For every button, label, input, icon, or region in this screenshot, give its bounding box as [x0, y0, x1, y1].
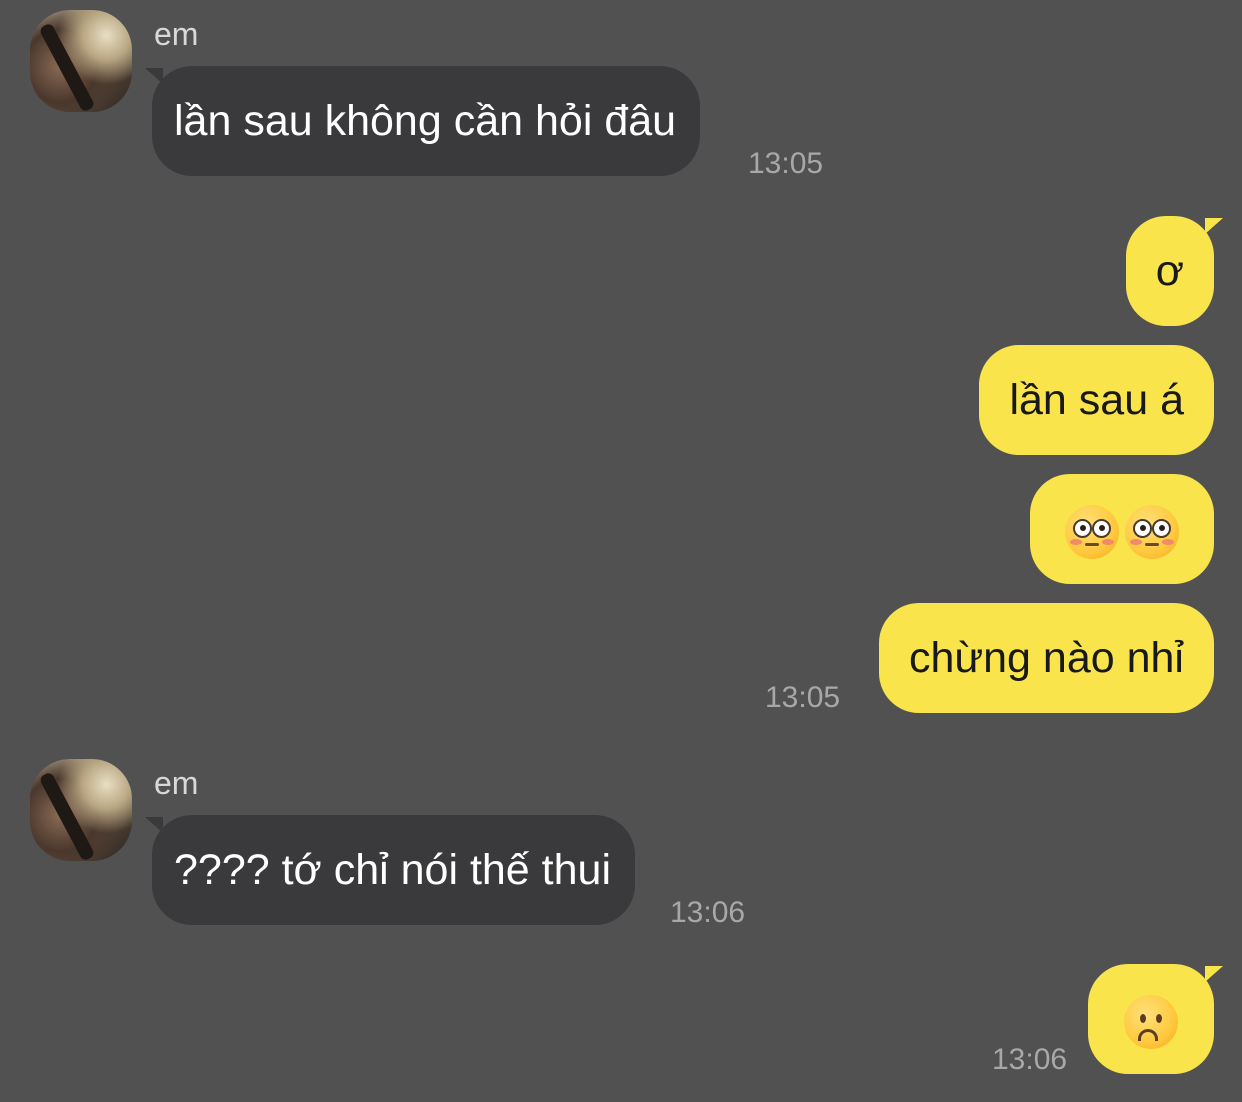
message-timestamp: 13:06: [992, 1043, 1068, 1076]
avatar[interactable]: [30, 10, 132, 112]
flushed-face-icon: [1065, 504, 1119, 559]
outgoing-message-bubble[interactable]: chừng nào nhỉ: [878, 603, 1214, 713]
outgoing-message-bubble[interactable]: lần sau á: [979, 345, 1214, 455]
outgoing-message-bubble[interactable]: ơ: [1125, 216, 1214, 326]
message-timestamp: 13:06: [670, 896, 746, 929]
outgoing-emoji-bubble[interactable]: [1088, 964, 1214, 1074]
flushed-face-icon: [1125, 504, 1179, 559]
bubble-tail: [1205, 966, 1223, 982]
incoming-message-bubble[interactable]: lần sau không cần hỏi đâu: [152, 66, 701, 176]
sender-name: em: [154, 765, 199, 801]
frowning-face-icon: [1124, 994, 1178, 1049]
outgoing-emoji-bubble[interactable]: [1030, 474, 1214, 584]
message-timestamp: 13:05: [765, 681, 841, 714]
avatar[interactable]: [30, 759, 132, 861]
sender-name: em: [154, 16, 199, 52]
message-timestamp: 13:05: [748, 147, 824, 180]
incoming-message-bubble[interactable]: ???? tớ chỉ nói thế thui: [152, 815, 635, 925]
bubble-tail: [1205, 218, 1223, 234]
